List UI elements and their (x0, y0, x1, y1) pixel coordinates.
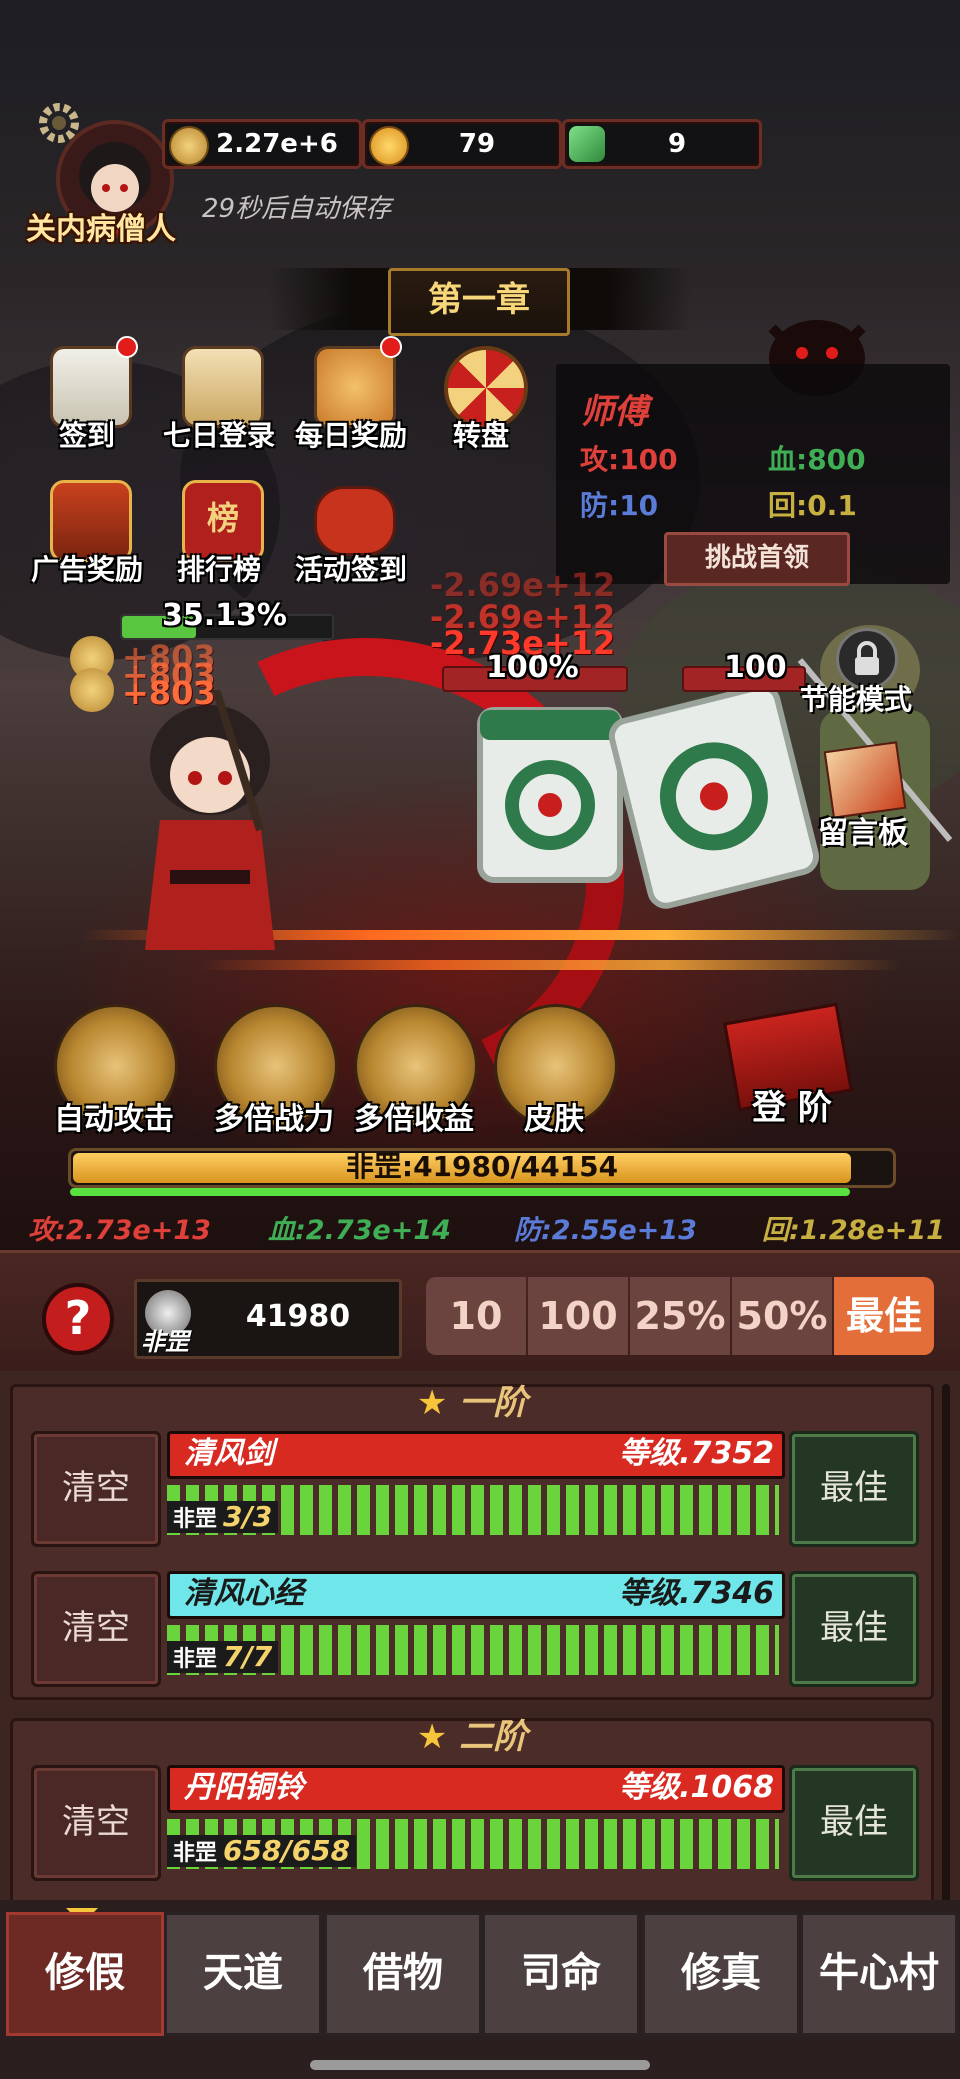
coin-drop-icon (70, 668, 114, 712)
item-name: 清风剑 (184, 1436, 274, 1471)
item-count-label: 非罡 (173, 1647, 218, 1672)
resource-longevity: 79 (362, 119, 562, 169)
skill-multi-power-label[interactable]: 多倍战力 (194, 1094, 354, 1138)
help-button[interactable]: ? (42, 1283, 114, 1355)
tab-tiandao[interactable]: 天道 (164, 1912, 322, 2036)
ascend-label[interactable]: 登 阶 (752, 1080, 832, 1129)
boss-name: 师傅 (580, 392, 648, 432)
daily-reward-badge (380, 336, 402, 358)
star-icon: ★ (416, 1717, 448, 1757)
tab-xiuzhen[interactable]: 修真 (642, 1912, 800, 2036)
star-icon: ★ (416, 1383, 448, 1423)
boss-regen: 回:0.1 (768, 489, 857, 522)
item-count-value: 3/3 (223, 1500, 273, 1533)
tier-title: ★ 二阶 (13, 1709, 931, 1758)
clear-button[interactable]: 清空 (31, 1571, 161, 1687)
gain-number: +803 (122, 674, 216, 712)
item-bar: 清风剑 等级.7352 (167, 1431, 785, 1479)
checkin-badge (116, 336, 138, 358)
boss-hp: 血:800 (768, 443, 866, 476)
skill-auto-attack-label[interactable]: 自动攻击 (34, 1094, 194, 1138)
best-button[interactable]: 最佳 (789, 1431, 919, 1547)
tier-title: ★ 一阶 (13, 1375, 931, 1424)
home-indicator (310, 2060, 650, 2070)
amount-50pct[interactable]: 50% (732, 1277, 832, 1355)
amount-100[interactable]: 100 (528, 1277, 628, 1355)
exp-sub-bar (70, 1188, 850, 1196)
item-count-label: 非罡 (173, 1507, 218, 1532)
tier-title-text: 二阶 (459, 1717, 528, 1757)
player-name: 关内病僧人 (26, 212, 176, 247)
item-name: 清风心经 (184, 1576, 304, 1611)
copper-value: 2.27e+6 (216, 129, 338, 159)
item-count-label: 非罡 (173, 1841, 218, 1866)
item-count-value: 7/7 (223, 1640, 273, 1673)
best-button[interactable]: 最佳 (789, 1571, 919, 1687)
resource-copper: 2.27e+6 (162, 119, 362, 169)
item-bar: 清风心经 等级.7346 (167, 1571, 785, 1619)
tier-section: ★ 一阶 清空 清风剑 等级.7352 非罡 3/3 最佳 清空 清风心经 等级.… (10, 1383, 934, 1700)
tab-siming[interactable]: 司命 (482, 1912, 640, 2036)
boss-def: 防:10 (580, 489, 659, 522)
clear-button[interactable]: 清空 (31, 1431, 161, 1547)
skill-skin-label[interactable]: 皮肤 (474, 1094, 634, 1138)
item-count-value: 658/658 (223, 1834, 351, 1867)
enemy-hp-text: 100 (724, 650, 787, 685)
player-progress-text: 35.13% (162, 598, 287, 633)
jade-value: 9 (667, 129, 687, 159)
boss-panel: 师傅 攻:100 血:800 防:10 回:0.1 挑战首领 (556, 364, 950, 586)
item-name: 丹阳铜铃 (184, 1770, 304, 1805)
best-button[interactable]: 最佳 (789, 1765, 919, 1881)
player-character (145, 690, 275, 950)
exp-text: 非罡:41980/44154 (345, 1150, 619, 1183)
tab-xiujia[interactable]: 修假 (6, 1912, 164, 2036)
challenge-boss-button[interactable]: 挑战首领 (664, 532, 850, 586)
item-level: 等级.7352 (619, 1436, 774, 1471)
menu-leaderboard-label[interactable]: 排行榜 (144, 548, 294, 588)
item-count: 非罡 658/658 (167, 1834, 357, 1867)
tier-section: ★ 二阶 清空 丹阳铜铃 等级.1068 非罡 658/658 最佳 (10, 1717, 934, 1914)
tab-niuxincun[interactable]: 牛心村 (800, 1912, 958, 2036)
exp-bar: 非罡:41980/44154 (68, 1148, 896, 1188)
currency-label: 非罡 (141, 1328, 189, 1356)
amount-25pct[interactable]: 25% (630, 1277, 730, 1355)
damage-number: -2.73e+12 (430, 624, 616, 662)
autosave-text: 29秒后自动保存 (202, 194, 392, 224)
amount-10[interactable]: 10 (426, 1277, 526, 1355)
boss-atk: 攻:100 (580, 443, 678, 476)
item-count: 非罡 3/3 (167, 1500, 279, 1533)
longevity-value: 79 (458, 129, 496, 159)
menu-seven-day-label[interactable]: 七日登录 (144, 414, 294, 454)
message-board-label[interactable]: 留言板 (818, 808, 908, 852)
clear-button[interactable]: 清空 (31, 1765, 161, 1881)
amount-best[interactable]: 最佳 (834, 1277, 934, 1355)
item-bar: 丹阳铜铃 等级.1068 (167, 1765, 785, 1813)
menu-ad-reward-label[interactable]: 广告奖励 (12, 548, 162, 588)
power-save-label[interactable]: 节能模式 (800, 678, 912, 718)
currency-box: 非罡 41980 (134, 1279, 402, 1359)
menu-wheel-label[interactable]: 转盘 (406, 414, 556, 454)
tab-jiewu[interactable]: 借物 (324, 1912, 482, 2036)
stat-hp: 血:2.73e+14 (268, 1215, 451, 1246)
menu-event-checkin-label[interactable]: 活动签到 (276, 548, 426, 588)
item-count: 非罡 7/7 (167, 1640, 279, 1673)
item-level: 等级.1068 (619, 1770, 774, 1805)
settings-gear-icon[interactable] (36, 100, 82, 146)
currency-value: 41980 (245, 1299, 351, 1334)
gamepad-icon[interactable] (314, 486, 396, 556)
menu-checkin-label[interactable]: 签到 (12, 414, 162, 454)
chapter-title: 第一章 (388, 268, 570, 336)
item-level: 等级.7346 (619, 1576, 774, 1611)
currency-strip: ? 非罡 41980 10 100 25% 50% 最佳 (0, 1250, 960, 1371)
skill-multi-income-label[interactable]: 多倍收益 (334, 1094, 494, 1138)
stat-regen: 回:1.28e+11 (762, 1215, 945, 1246)
resource-jade: 9 (562, 119, 762, 169)
tier-title-text: 一阶 (459, 1383, 528, 1423)
stat-atk: 攻:2.73e+13 (28, 1215, 211, 1246)
amount-selector: 10 100 25% 50% 最佳 (426, 1277, 934, 1355)
scrollbar[interactable] (942, 1384, 950, 1904)
menu-daily-reward-label[interactable]: 每日奖励 (276, 414, 426, 454)
stat-def: 防:2.55e+13 (514, 1215, 697, 1246)
